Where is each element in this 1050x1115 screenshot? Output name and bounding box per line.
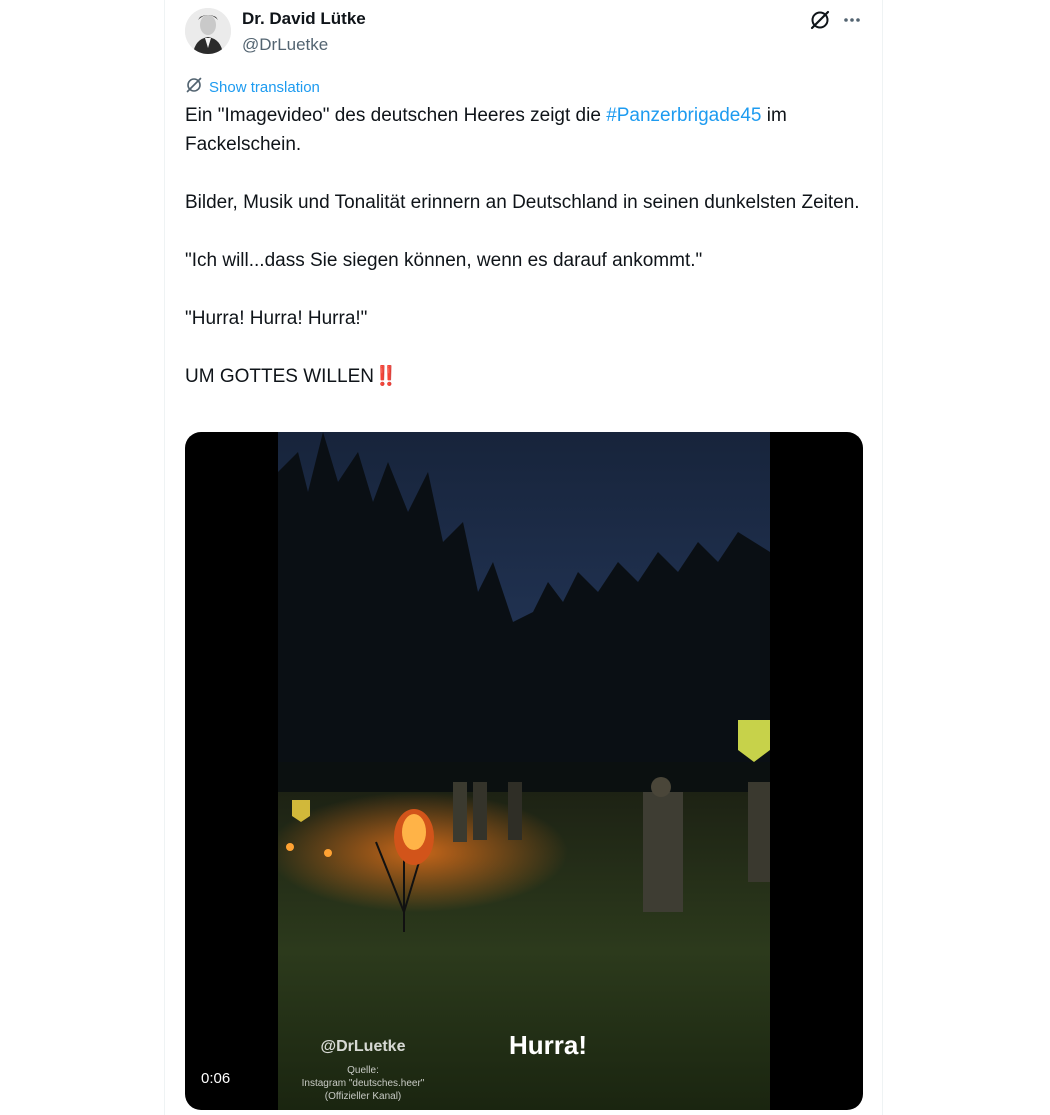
show-translation-label[interactable]: Show translation <box>209 79 320 96</box>
more-dots-icon[interactable] <box>840 8 864 32</box>
double-exclamation-emoji: ‼️ <box>373 366 398 387</box>
grok-slash-circle-icon[interactable] <box>808 8 832 32</box>
translate-icon <box>185 76 203 99</box>
show-translation-link[interactable]: Show translation <box>185 76 320 98</box>
author-display-name[interactable]: Dr. David Lütke <box>242 9 366 29</box>
tweet-paragraph-1: Ein "Imagevideo" des deutschen Heeres ze… <box>185 105 787 155</box>
tweet-paragraph-5: UM GOTTES WILLEN‼️ <box>185 366 398 387</box>
hashtag-link[interactable]: #Panzerbrigade45 <box>606 105 761 126</box>
author-handle[interactable]: @DrLuetke <box>242 35 328 55</box>
video-caption: Hurra! <box>508 1030 587 1060</box>
watermark-handle: @DrLuetke <box>320 1038 406 1055</box>
video-player[interactable]: @DrLuetke Quelle: Instagram "deutsches.h… <box>185 432 863 1110</box>
video-timestamp: 0:06 <box>201 1070 231 1087</box>
tweet-paragraph-2: Bilder, Musik und Tonalität erinnern an … <box>185 192 860 213</box>
avatar[interactable] <box>185 8 231 54</box>
tweet-text: Ein "Imagevideo" des deutschen Heeres ze… <box>185 101 861 391</box>
tweet-paragraph-3: "Ich will...dass Sie siegen können, wenn… <box>185 250 703 271</box>
video-frame[interactable]: @DrLuetke Quelle: Instagram "deutsches.h… <box>278 432 770 1110</box>
watermark-source: Quelle: Instagram "deutsches.heer" (Offi… <box>301 1065 425 1102</box>
tweet-paragraph-4: "Hurra! Hurra! Hurra!" <box>185 308 368 329</box>
